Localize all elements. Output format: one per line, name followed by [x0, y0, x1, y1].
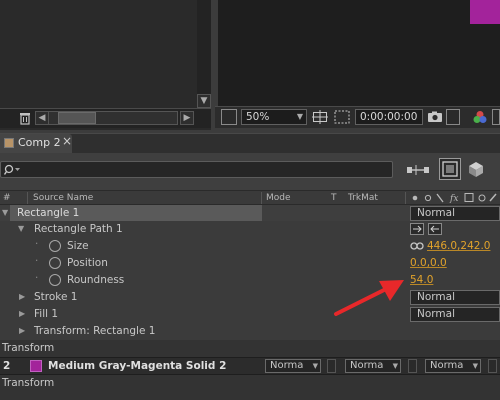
layer-color-label[interactable]: [30, 360, 42, 372]
bullet: ·: [35, 255, 39, 267]
blend-mode-value: Normal: [417, 308, 455, 320]
expand-triangle-closed[interactable]: ▶: [19, 292, 25, 301]
scroll-right-button[interactable]: ▶: [180, 111, 194, 125]
stopwatch-icon[interactable]: [49, 257, 61, 269]
blend-mode-select[interactable]: Normal: [410, 206, 500, 221]
tab-close-icon[interactable]: ×: [62, 134, 72, 148]
safe-margins-icon[interactable]: [312, 109, 328, 125]
expand-triangle-closed[interactable]: ▶: [19, 309, 25, 318]
transparency-grid-icon[interactable]: [333, 109, 351, 125]
position-value[interactable]: 0.0,0.0: [410, 255, 447, 272]
bullet: ·: [35, 238, 39, 250]
blend-mode-value: Normal: [417, 207, 455, 219]
annotation-arrow: [334, 280, 404, 316]
layer-name: Medium Gray-Magenta Solid 2: [48, 360, 227, 372]
property-label: Position: [67, 257, 108, 269]
layer-switch-toggle[interactable]: [408, 359, 417, 373]
blend-mode-select[interactable]: Normal: [410, 307, 500, 322]
scrollbar-thumb[interactable]: [58, 112, 96, 124]
column-divider[interactable]: [261, 192, 262, 204]
search-input[interactable]: [0, 161, 393, 178]
preserve-transparency-toggle[interactable]: [327, 359, 336, 373]
expand-triangle-open[interactable]: ▼: [2, 208, 8, 217]
expand-triangle-open[interactable]: ▼: [18, 224, 24, 233]
chevron-down-icon: ▼: [296, 112, 303, 121]
svg-text:fx: fx: [449, 194, 458, 204]
col-source-name[interactable]: Source Name: [33, 193, 93, 203]
property-name: Fill 1: [34, 308, 59, 320]
composition-viewer[interactable]: [218, 0, 500, 108]
camera-icon[interactable]: [427, 109, 443, 125]
stopwatch-icon[interactable]: [49, 274, 61, 286]
comp-mini-flowchart-icon[interactable]: [405, 161, 431, 179]
col-mode[interactable]: Mode: [266, 193, 291, 203]
property-name: Transform: Rectangle 1: [34, 325, 156, 337]
region-of-interest-icon[interactable]: [221, 109, 237, 125]
scroll-left-button[interactable]: ◀: [35, 111, 49, 125]
blend-mode-select[interactable]: Normal: [410, 290, 500, 305]
tab-label: Comp 2: [18, 136, 61, 149]
size-value[interactable]: 446.0,242.0: [427, 238, 490, 255]
resolution-select[interactable]: [492, 109, 500, 125]
zoom-select[interactable]: 50% ▼: [241, 109, 307, 125]
column-divider[interactable]: [405, 192, 406, 204]
layer-switch-toggle[interactable]: [488, 359, 497, 373]
parent-value: Norma: [430, 360, 464, 371]
col-trkmat[interactable]: TrkMat: [348, 193, 378, 203]
motion-blur-icon[interactable]: [465, 159, 487, 179]
layer-row-transform-2[interactable]: [0, 375, 500, 400]
chevron-down-icon: ▼: [392, 362, 398, 370]
property-name: Transform: [2, 342, 55, 354]
composition-icon: [4, 138, 14, 148]
property-label: Roundness: [67, 274, 125, 286]
col-t[interactable]: T: [331, 193, 337, 203]
blend-mode-value: Norma: [270, 360, 304, 371]
blend-mode-select[interactable]: Norma ▼: [265, 359, 321, 373]
trash-icon[interactable]: [18, 111, 32, 125]
property-name: Transform: [2, 377, 55, 389]
stopwatch-icon[interactable]: [49, 240, 61, 252]
property-name: Rectangle Path 1: [34, 223, 123, 235]
chevron-down-icon: ▼: [312, 362, 318, 370]
timecode-display[interactable]: 0:00:00:00: [355, 109, 423, 125]
color-channels-icon[interactable]: [472, 109, 488, 125]
track-matte-value: Norma: [350, 360, 384, 371]
link-icon[interactable]: [410, 241, 424, 251]
zoom-value: 50%: [246, 111, 270, 123]
bullet: ·: [35, 272, 39, 284]
col-hash: #: [3, 193, 11, 203]
property-label: Size: [67, 240, 89, 252]
layer-row-transform[interactable]: [0, 340, 500, 357]
project-vertical-scrollbar[interactable]: [197, 0, 211, 108]
show-snapshot-icon[interactable]: [446, 109, 460, 125]
roundness-value[interactable]: 54.0: [410, 272, 433, 289]
property-name: Stroke 1: [34, 291, 78, 303]
layer-index: 2: [3, 360, 11, 372]
parent-select[interactable]: Norma ▼: [425, 359, 481, 373]
path-direction-reverse-icon[interactable]: [428, 223, 442, 235]
search-icon: [4, 164, 20, 175]
switches-header-icons: fx: [410, 191, 500, 204]
timeline-tabbar: [0, 133, 500, 153]
layer-name: Rectangle 1: [17, 207, 80, 219]
draft-3d-icon[interactable]: [439, 158, 461, 180]
scroll-down-button[interactable]: ▼: [197, 94, 211, 108]
track-matte-select[interactable]: Norma ▼: [345, 359, 401, 373]
solid-preview: [470, 0, 500, 24]
expand-triangle-closed[interactable]: ▶: [19, 326, 25, 335]
blend-mode-value: Normal: [417, 291, 455, 303]
column-divider[interactable]: [27, 192, 28, 204]
chevron-down-icon: ▼: [472, 362, 478, 370]
path-direction-icon[interactable]: [410, 223, 424, 235]
